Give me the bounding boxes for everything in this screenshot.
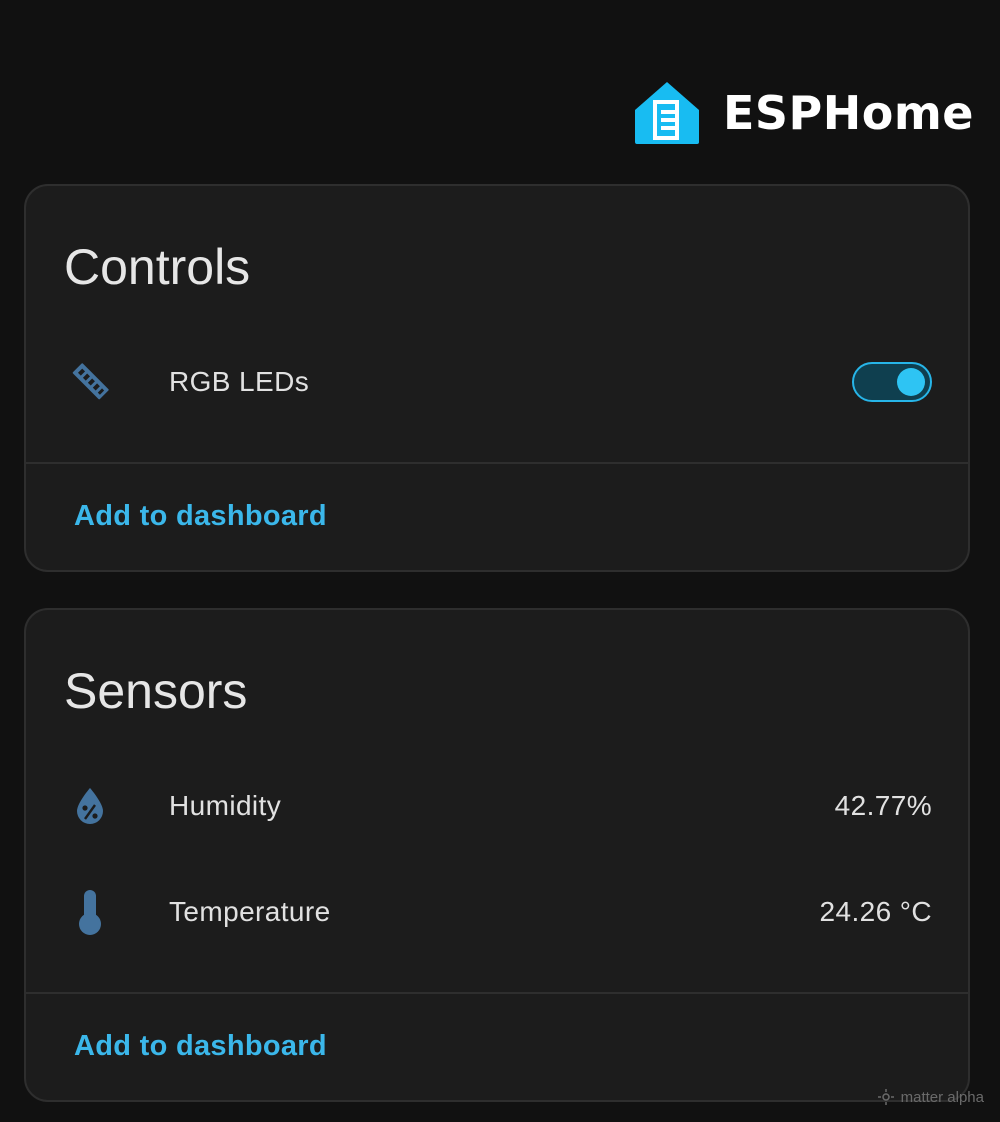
card-title: Controls [64, 239, 251, 295]
toggle-knob [897, 368, 925, 396]
entity-row-rgb-leds[interactable]: RGB LEDs [26, 342, 968, 422]
add-to-dashboard-button[interactable]: Add to dashboard [74, 1030, 327, 1063]
watermark: matter alpha [877, 1088, 984, 1106]
entity-row-humidity[interactable]: Humidity 42.77% [26, 766, 968, 846]
led-strip-icon [66, 358, 114, 406]
entity-label: Humidity [169, 790, 282, 821]
entity-value: 42.77% [834, 790, 932, 821]
divider [26, 462, 968, 464]
esphome-logo: ESPHome [633, 80, 974, 146]
matter-logo-icon [877, 1089, 894, 1105]
thermometer-icon [66, 888, 114, 936]
sensors-card: Sensors Humidity 42.77% Temperature 24.2… [24, 608, 970, 1102]
entity-label: RGB LEDs [169, 366, 310, 397]
entity-row-temperature[interactable]: Temperature 24.26 °C [26, 872, 968, 952]
brand-name: ESPHome [723, 86, 974, 140]
water-percent-icon [66, 782, 114, 830]
rgb-leds-toggle[interactable] [852, 362, 932, 402]
card-title: Sensors [64, 663, 248, 719]
divider [26, 992, 968, 994]
add-to-dashboard-button[interactable]: Add to dashboard [74, 500, 327, 533]
esphome-house-logo-icon [635, 82, 699, 144]
controls-card: Controls RGB LEDs Add to dashboard [24, 184, 970, 572]
page: ESPHome Controls RGB LEDs Add to dashboa… [0, 0, 1000, 1122]
entity-label: Temperature [169, 896, 331, 927]
watermark-text: matter alpha [900, 1088, 984, 1106]
entity-value: 24.26 °C [819, 896, 932, 927]
